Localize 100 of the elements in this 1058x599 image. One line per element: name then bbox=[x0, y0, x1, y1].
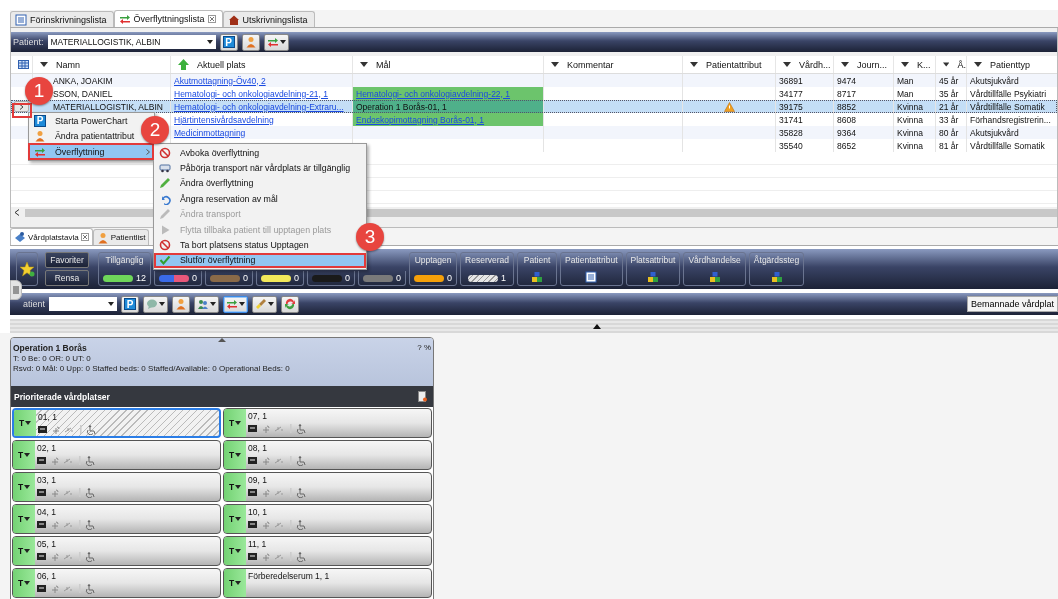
column-header[interactable]: Aktuell plats bbox=[171, 56, 353, 73]
table-cell: Vårdtillfälle Somatik bbox=[970, 140, 1045, 151]
toolbar-button[interactable]: P bbox=[121, 295, 140, 313]
menu-item[interactable]: Påbörja transport när vårdplats är tillgänglig bbox=[154, 160, 355, 176]
patient-dropdown[interactable]: MATERIALLOGISTIK, ALBIN bbox=[47, 35, 216, 49]
transfer-arrows-icon bbox=[118, 13, 131, 25]
menu-item[interactable]: Avboka överflyttning bbox=[154, 145, 264, 161]
status-filter-button[interactable]: Reserverad 1 bbox=[460, 252, 515, 286]
warning-icon bbox=[723, 101, 735, 112]
location-link[interactable]: Hematologi- och onkologiavdelning-21, 1 bbox=[174, 88, 329, 99]
house-icon bbox=[227, 13, 240, 26]
transfer-arrows-icon bbox=[226, 298, 239, 310]
toolbar-button[interactable] bbox=[172, 295, 191, 313]
status-filter-button[interactable]: 0 bbox=[307, 271, 356, 286]
chevron-right-icon bbox=[19, 103, 24, 110]
close-icon[interactable] bbox=[80, 233, 89, 241]
menu-item[interactable]: Ändra överflyttning bbox=[154, 175, 258, 192]
status-filter-button[interactable]: Patient bbox=[517, 252, 558, 286]
person-icon bbox=[34, 130, 46, 143]
close-icon[interactable] bbox=[207, 15, 216, 23]
location-link[interactable]: Hjärtintensivårdsavdelning bbox=[174, 114, 274, 125]
collapse-triangle-icon[interactable] bbox=[593, 323, 601, 329]
bed-tile[interactable]: T 05, 1 bbox=[12, 536, 221, 566]
bed-tile[interactable]: T 04, 1 bbox=[12, 504, 221, 534]
status-filter-button[interactable]: Åtgärdssteg bbox=[748, 252, 805, 286]
patient-dropdown[interactable] bbox=[49, 297, 118, 311]
tab[interactable]: Utskrivningslista bbox=[222, 11, 315, 27]
toolbar-button[interactable] bbox=[223, 295, 249, 313]
status-filter-button[interactable]: Tillgänglig 12 bbox=[98, 252, 151, 286]
table-row[interactable]: MATERIALLOGISTIK, ALBIN Hematologi- och onkologiavdelning-Extraru... Operation 1 Borås-01, 1 39175 8852 Kvinna 21 år Vårdtillfälle Somatik bbox=[11, 100, 1057, 113]
table-cell: 21 år bbox=[939, 101, 959, 112]
table-cell: Vårdtillfälle Psykiatri bbox=[970, 88, 1047, 99]
unit-name: Operation 1 Borås bbox=[13, 343, 87, 353]
document-icon[interactable] bbox=[418, 391, 427, 402]
bed-tile[interactable]: T 01, 1 bbox=[12, 408, 221, 438]
caret-icon bbox=[235, 581, 242, 585]
scroll-left-icon[interactable] bbox=[14, 209, 20, 216]
status-filter-button[interactable]: Vårdhändelse bbox=[683, 252, 746, 286]
bed-tile[interactable]: T 06, 1 bbox=[12, 568, 221, 598]
status-filter-button[interactable]: 0 bbox=[256, 271, 305, 286]
bed-tile[interactable]: T 07, 1 bbox=[223, 408, 432, 438]
location-link[interactable]: Akutmottagning-Öv40, 2 bbox=[174, 75, 266, 86]
table-cell: 35828 bbox=[779, 127, 803, 138]
location-link[interactable]: Medicinmottagning bbox=[174, 127, 246, 138]
toolbar-button[interactable] bbox=[143, 295, 169, 313]
column-header[interactable]: K... bbox=[894, 56, 936, 73]
toolbar-button[interactable] bbox=[241, 33, 260, 51]
menu-item[interactable]: Ta bort platsens status Upptagen bbox=[154, 237, 313, 253]
status-filter-button[interactable]: Upptagen 0 bbox=[409, 252, 458, 286]
bed-label: 04, 1 bbox=[37, 507, 57, 517]
caret-icon bbox=[268, 302, 275, 306]
favorite-star-button[interactable] bbox=[16, 252, 38, 286]
bed-tile[interactable]: T 02, 1 bbox=[12, 440, 221, 470]
tab[interactable]: Förinskrivningslista bbox=[10, 11, 114, 27]
column-chooser-icon[interactable] bbox=[18, 60, 29, 69]
bed-tile[interactable]: T 09, 1 bbox=[223, 472, 432, 502]
table-cell: Akutsjukvård bbox=[970, 127, 1019, 138]
toolbar-button[interactable] bbox=[263, 33, 289, 51]
column-header[interactable]: Patientattribut bbox=[683, 56, 776, 73]
toolbar-button[interactable] bbox=[194, 295, 220, 313]
column-header[interactable]: Patienttyp bbox=[967, 56, 1057, 73]
column-header[interactable]: Å. bbox=[936, 56, 967, 73]
caret-icon bbox=[901, 62, 909, 67]
staffed-beds-button[interactable]: Bemannade vårdplat bbox=[966, 296, 1058, 312]
clear-button[interactable]: Rensa bbox=[45, 270, 89, 286]
toolbar-button[interactable] bbox=[281, 295, 300, 313]
toolbar-button[interactable]: P bbox=[219, 33, 238, 51]
column-header[interactable]: Journ... bbox=[834, 56, 894, 73]
row-expand-button[interactable] bbox=[14, 101, 29, 112]
tab[interactable]: Överflyttningslista bbox=[113, 10, 223, 27]
table-cell: Kvinna bbox=[897, 127, 923, 138]
bed-tile[interactable]: T 10, 1 bbox=[223, 504, 432, 534]
tab[interactable]: Patientlist bbox=[92, 229, 150, 245]
grip-handle[interactable] bbox=[10, 280, 22, 300]
refresh-icon bbox=[284, 298, 297, 310]
favorites-button[interactable]: Favoriter bbox=[45, 252, 89, 268]
bed-tile[interactable]: T Förberedelserum 1, 1 bbox=[223, 568, 432, 598]
location-link[interactable]: Hematologi- och onkologiavdelning-Extraru... bbox=[174, 101, 344, 112]
column-header[interactable]: Vårdh... bbox=[776, 56, 834, 73]
column-header[interactable]: Kommentar bbox=[544, 56, 683, 73]
status-filter-button[interactable]: 0 bbox=[205, 271, 254, 286]
column-header[interactable]: Mål bbox=[353, 56, 544, 73]
bed-tile[interactable]: T 11, 1 bbox=[223, 536, 432, 566]
menu-item[interactable]: Ångra reservation av mål bbox=[154, 191, 282, 207]
menu-item[interactable]: Slutför överflyttning bbox=[154, 252, 366, 269]
status-filter-button[interactable]: 0 bbox=[154, 271, 203, 286]
status-filter-button[interactable]: Platsattribut bbox=[625, 252, 681, 286]
toolbar-button[interactable] bbox=[252, 295, 278, 313]
caret-icon bbox=[24, 581, 31, 585]
column-header[interactable]: Namn bbox=[33, 56, 171, 73]
caret-icon bbox=[40, 62, 48, 67]
tab[interactable]: Vårdplatstavla bbox=[10, 228, 93, 245]
status-filter-button[interactable]: Patientattribut bbox=[560, 252, 623, 286]
bed-tile[interactable]: T 03, 1 bbox=[12, 472, 221, 502]
menu-item[interactable]: P Starta PowerChart bbox=[29, 113, 132, 129]
bed-tile[interactable]: T 08, 1 bbox=[223, 440, 432, 470]
caret-icon bbox=[783, 62, 791, 67]
status-filter-button[interactable]: 0 bbox=[358, 271, 407, 286]
unit-details: Rsvd: 0 Mål: 0 Upp: 0 Staffed beds: 0 Staffed/Available: 0 Operational Beds: 0 bbox=[13, 364, 291, 373]
bed-label: 08, 1 bbox=[248, 443, 268, 453]
